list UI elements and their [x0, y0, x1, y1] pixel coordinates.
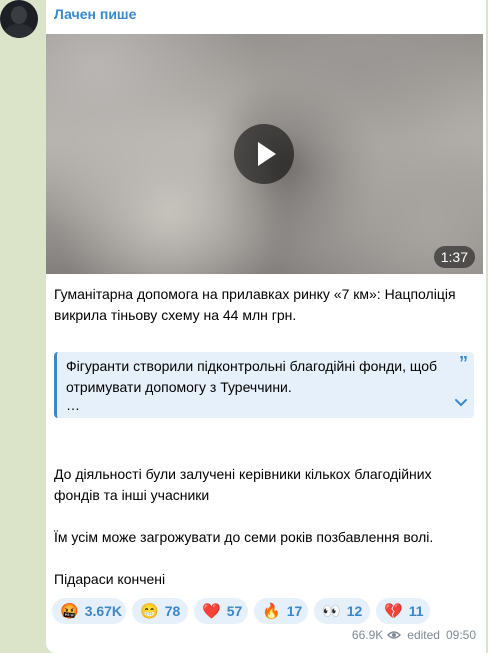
message-time: 09:50 — [445, 628, 476, 642]
reaction-fire[interactable]: 🔥 17 — [254, 598, 308, 624]
avatar-head — [11, 6, 27, 24]
angry-face-icon: 🤬 — [60, 603, 79, 620]
post-paragraph-2: До діяльності були залучені керівники кі… — [54, 466, 432, 503]
reaction-eyes[interactable]: 👀 12 — [314, 598, 370, 624]
heart-icon: ❤️ — [202, 603, 221, 620]
video-duration: 1:37 — [433, 246, 475, 268]
grinning-face-icon: 😁 — [140, 603, 159, 620]
post-paragraph-4: Підараси кончені — [54, 571, 166, 587]
chevron-down-icon[interactable] — [454, 398, 468, 408]
message-meta: 66.9K edited 09:50 — [352, 628, 476, 642]
edited-label: edited — [407, 628, 440, 642]
view-count: 66.9K — [351, 628, 384, 642]
quote-ellipsis: … — [66, 397, 80, 413]
blockquote[interactable]: Фігуранти створили підконтрольні благоді… — [54, 352, 474, 418]
reaction-broken-heart[interactable]: 💔 11 — [376, 598, 430, 624]
reaction-count: 17 — [286, 603, 303, 619]
reaction-count: 57 — [226, 603, 243, 619]
post-paragraph-3: Їм усім може загрожувати до семи років п… — [54, 529, 434, 545]
play-button[interactable] — [234, 124, 294, 184]
message-bubble: Лачен пише 1:37 Гуманітарна допомога на … — [46, 0, 486, 653]
reaction-count: 11 — [408, 603, 424, 619]
channel-avatar[interactable] — [0, 0, 38, 38]
avatar-body — [4, 24, 34, 38]
reaction-count: 12 — [346, 603, 363, 619]
eye-icon — [387, 631, 402, 639]
fire-icon: 🔥 — [262, 603, 281, 620]
video-preview[interactable]: 1:37 — [46, 34, 483, 274]
quote-text: Фігуранти створили підконтрольні благоді… — [66, 358, 438, 395]
post-paragraph-1: Гуманітарна допомога на прилавках ринку … — [54, 286, 456, 323]
quote-mark-icon: ” — [459, 353, 468, 373]
broken-heart-icon: 💔 — [384, 603, 403, 620]
reaction-angry[interactable]: 🤬 3.67K — [52, 598, 126, 624]
eyes-icon: 👀 — [322, 603, 341, 620]
reaction-heart[interactable]: ❤️ 57 — [194, 598, 248, 624]
author-name[interactable]: Лачен пише — [54, 6, 136, 22]
reaction-count: 3.67K — [84, 603, 123, 619]
reaction-grin[interactable]: 😁 78 — [132, 598, 188, 624]
reaction-count: 78 — [164, 603, 181, 619]
play-icon — [258, 142, 276, 166]
